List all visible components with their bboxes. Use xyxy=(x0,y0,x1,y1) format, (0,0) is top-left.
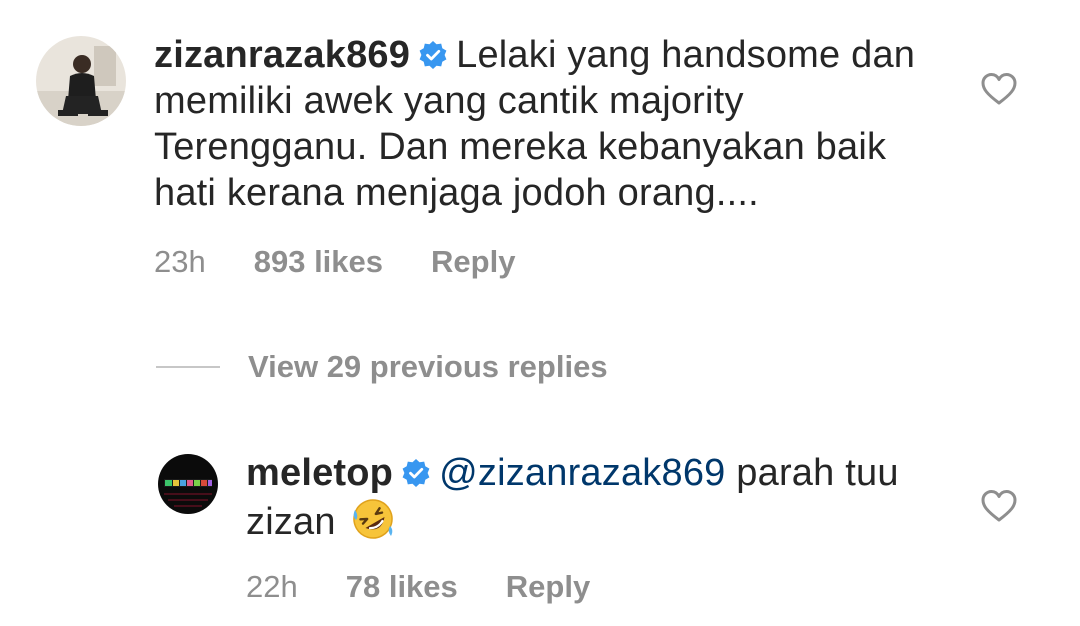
comment-likes[interactable]: 893 likes xyxy=(254,244,383,280)
view-previous-replies-label: View 29 previous replies xyxy=(248,349,608,384)
avatar[interactable] xyxy=(158,454,218,514)
like-heart-icon[interactable] xyxy=(981,72,1017,106)
comment-username[interactable]: zizanrazak869 xyxy=(154,34,410,76)
reply-likes[interactable]: 78 likes xyxy=(346,569,458,605)
like-heart-icon[interactable] xyxy=(981,489,1017,523)
comment-time: 23h xyxy=(154,244,206,279)
verified-badge-icon xyxy=(402,459,430,487)
reply-mention[interactable]: @zizanrazak869 xyxy=(439,452,725,494)
reply-body: meletop @zizanrazak869 parah tuu zizan xyxy=(246,450,946,545)
reply-meta: 22h 78 likes Reply xyxy=(246,569,590,605)
comment-body: zizanrazak869 Lelaki yang handsome dan m… xyxy=(154,32,934,216)
comment-meta: 23h 893 likes Reply xyxy=(154,244,515,280)
avatar[interactable] xyxy=(36,36,126,126)
verified-badge-icon xyxy=(419,41,447,69)
view-previous-replies-button[interactable]: View 29 previous replies xyxy=(156,349,608,385)
user-photo-avatar-icon xyxy=(36,36,126,126)
replies-divider-line xyxy=(156,366,220,368)
reply-button[interactable]: Reply xyxy=(431,244,515,280)
reply-button[interactable]: Reply xyxy=(506,569,590,605)
meletop-logo-avatar-icon xyxy=(158,454,218,514)
reply-username[interactable]: meletop xyxy=(246,452,393,494)
rolling-on-floor-laughing-emoji-icon xyxy=(352,499,393,539)
reply-time: 22h xyxy=(246,569,298,604)
